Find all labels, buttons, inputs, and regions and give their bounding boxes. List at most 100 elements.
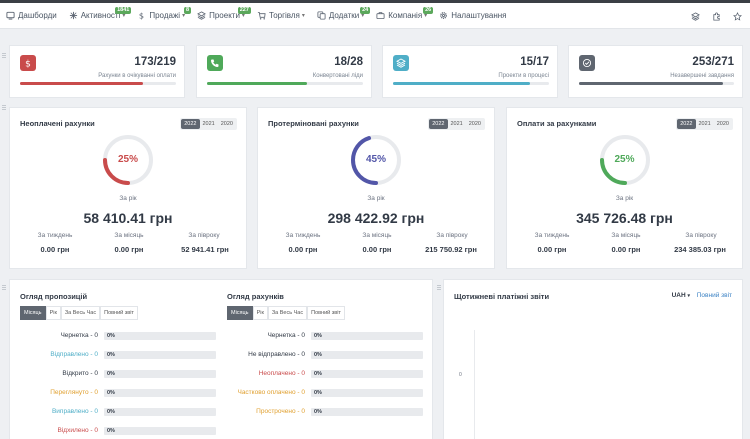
month-value: 0.00 грн <box>114 245 144 254</box>
status-progress-bar: 0% <box>104 389 216 397</box>
half-year-value: 215 750.92 грн <box>425 245 477 254</box>
year-amount: 345 726.48 грн <box>576 210 673 226</box>
status-percent: 0% <box>314 333 322 339</box>
stat-value: 15/17 <box>520 56 549 68</box>
stat-label: Незавершені завдання <box>670 73 734 79</box>
stat-icon-box: $ <box>20 55 36 71</box>
check-icon <box>582 58 592 68</box>
progress-ring: 45% <box>349 133 403 187</box>
overview-card: Огляд пропозицій Місяць Рік За Весь Час … <box>9 279 433 439</box>
drag-handle[interactable] <box>2 285 6 290</box>
status-label: Не відправлено - 0 <box>248 351 305 358</box>
nav-sales-label: Продажі <box>149 11 181 20</box>
progress-ring: 25% <box>598 133 652 187</box>
nav-trade-label: Торгівля <box>268 11 300 20</box>
weekly-payments-card: Щотижневі платіжні звіти UAH ▾ Повний зв… <box>443 279 743 439</box>
week-value: 0.00 грн <box>40 245 70 254</box>
ring-percent: 25% <box>614 154 635 165</box>
copy-icon <box>317 11 326 20</box>
status-label: Виправлено - 0 <box>51 408 98 415</box>
stat-progress-bar <box>393 82 549 85</box>
nav-projects[interactable]: Проекти ▾ 227 <box>197 3 251 29</box>
status-progress-bar: 0% <box>104 332 216 340</box>
full-report-link[interactable]: Повний звіт <box>697 292 732 299</box>
tab-year-2021[interactable]: 2021 <box>200 119 218 129</box>
drag-handle[interactable] <box>437 285 441 290</box>
card-title: Неоплачені рахунки <box>20 119 95 128</box>
year-amount: 298 422.92 грн <box>327 210 425 226</box>
stat-progress-fill <box>393 82 531 85</box>
nav-addons[interactable]: Додатки ▾ 24 <box>317 3 371 29</box>
tab-month[interactable]: Місяць <box>20 306 46 320</box>
status-progress-bar: 0% <box>311 408 423 416</box>
tab-year-2020[interactable]: 2020 <box>714 119 732 129</box>
chevron-down-icon: ▾ <box>687 293 690 299</box>
cart-icon <box>257 11 266 20</box>
layers-icon <box>396 58 406 68</box>
stat-progress-bar <box>207 82 363 85</box>
status-percent: 0% <box>314 371 322 377</box>
tab-year-2021[interactable]: 2021 <box>448 119 466 129</box>
tab-all-time[interactable]: За Весь Час <box>60 306 101 320</box>
nav-dashboards[interactable]: Дашборди <box>6 3 57 29</box>
half-year-value: 234 385.03 грн <box>674 245 726 254</box>
nav-activities[interactable]: Активності ▾ 1841 <box>69 3 132 29</box>
month-value: 0.00 грн <box>362 245 392 254</box>
stat-progress-fill <box>20 82 144 85</box>
tab-year-2021[interactable]: 2021 <box>696 119 714 129</box>
currency-select[interactable]: UAH ▾ <box>672 292 690 299</box>
stat-value: 173/219 <box>134 56 176 68</box>
full-report-link[interactable]: Повний звіт <box>100 306 138 320</box>
briefcase-icon <box>376 12 385 20</box>
nav-sales[interactable]: $ Продажі ▾ 8 <box>137 3 192 29</box>
dashboard-icon <box>6 11 15 20</box>
proposals-period-tabs: Місяць Рік За Весь Час Повний звіт <box>20 306 138 320</box>
drag-handle[interactable] <box>2 53 6 58</box>
activity-icon <box>69 11 77 20</box>
nav-trade[interactable]: Торгівля ▾ <box>257 3 305 29</box>
weekly-reports-title: Щотижневі платіжні звіти <box>454 292 550 301</box>
stat-card-converted-leads[interactable]: 18/28 Конвертовані ліди <box>196 45 372 98</box>
status-label: Чернетка - 0 <box>60 332 98 339</box>
stat-card-unfinished-tasks[interactable]: 253/271 Незавершені завдання <box>568 45 743 98</box>
tab-year-2020[interactable]: 2020 <box>218 119 236 129</box>
month-label: За місяць <box>114 232 144 239</box>
tab-year-2022[interactable]: 2022 <box>181 119 200 129</box>
status-label: Відправлено - 0 <box>50 351 98 358</box>
status-percent: 0% <box>107 428 115 434</box>
tab-month[interactable]: Місяць <box>227 306 253 320</box>
dollar-icon: $ <box>139 11 144 20</box>
nav-settings[interactable]: Налаштування <box>439 3 506 29</box>
status-percent: 0% <box>314 409 322 415</box>
status-progress-bar: 0% <box>104 351 216 359</box>
status-percent: 0% <box>107 409 115 415</box>
nav-company[interactable]: Компанія ▾ 26 <box>376 3 434 29</box>
year-tabs: 2022 2021 2020 <box>676 118 733 130</box>
layers-icon[interactable] <box>691 11 700 21</box>
week-label: За тиждень <box>285 232 321 239</box>
status-percent: 0% <box>314 390 322 396</box>
tab-year-2020[interactable]: 2020 <box>466 119 484 129</box>
stat-value: 18/28 <box>334 56 363 68</box>
puzzle-icon[interactable] <box>712 11 721 21</box>
week-value: 0.00 грн <box>537 245 567 254</box>
tab-year[interactable]: Рік <box>252 306 268 320</box>
star-icon[interactable] <box>733 11 742 21</box>
week-label: За тиждень <box>534 232 570 239</box>
svg-text:$: $ <box>25 60 31 68</box>
card-title: Оплати за рахунками <box>517 119 597 128</box>
drag-handle[interactable] <box>2 105 6 110</box>
nav-right-icons <box>691 3 742 29</box>
stat-card-projects-in-progress[interactable]: 15/17 Проекти в процесі <box>382 45 558 98</box>
svg-text:$: $ <box>139 11 144 20</box>
proposals-overview-title: Огляд пропозицій <box>20 292 88 301</box>
full-report-link[interactable]: Повний звіт <box>307 306 345 320</box>
stat-progress-fill <box>207 82 307 85</box>
tab-year-2022[interactable]: 2022 <box>429 119 448 129</box>
status-progress-bar: 0% <box>311 370 423 378</box>
stat-card-invoices-awaiting[interactable]: $ 173/219 Рахунки в очікуванні оплати <box>9 45 185 98</box>
tab-all-time[interactable]: За Весь Час <box>267 306 308 320</box>
tab-year-2022[interactable]: 2022 <box>677 119 696 129</box>
dollar-icon: $ <box>25 60 31 68</box>
tab-year[interactable]: Рік <box>45 306 61 320</box>
